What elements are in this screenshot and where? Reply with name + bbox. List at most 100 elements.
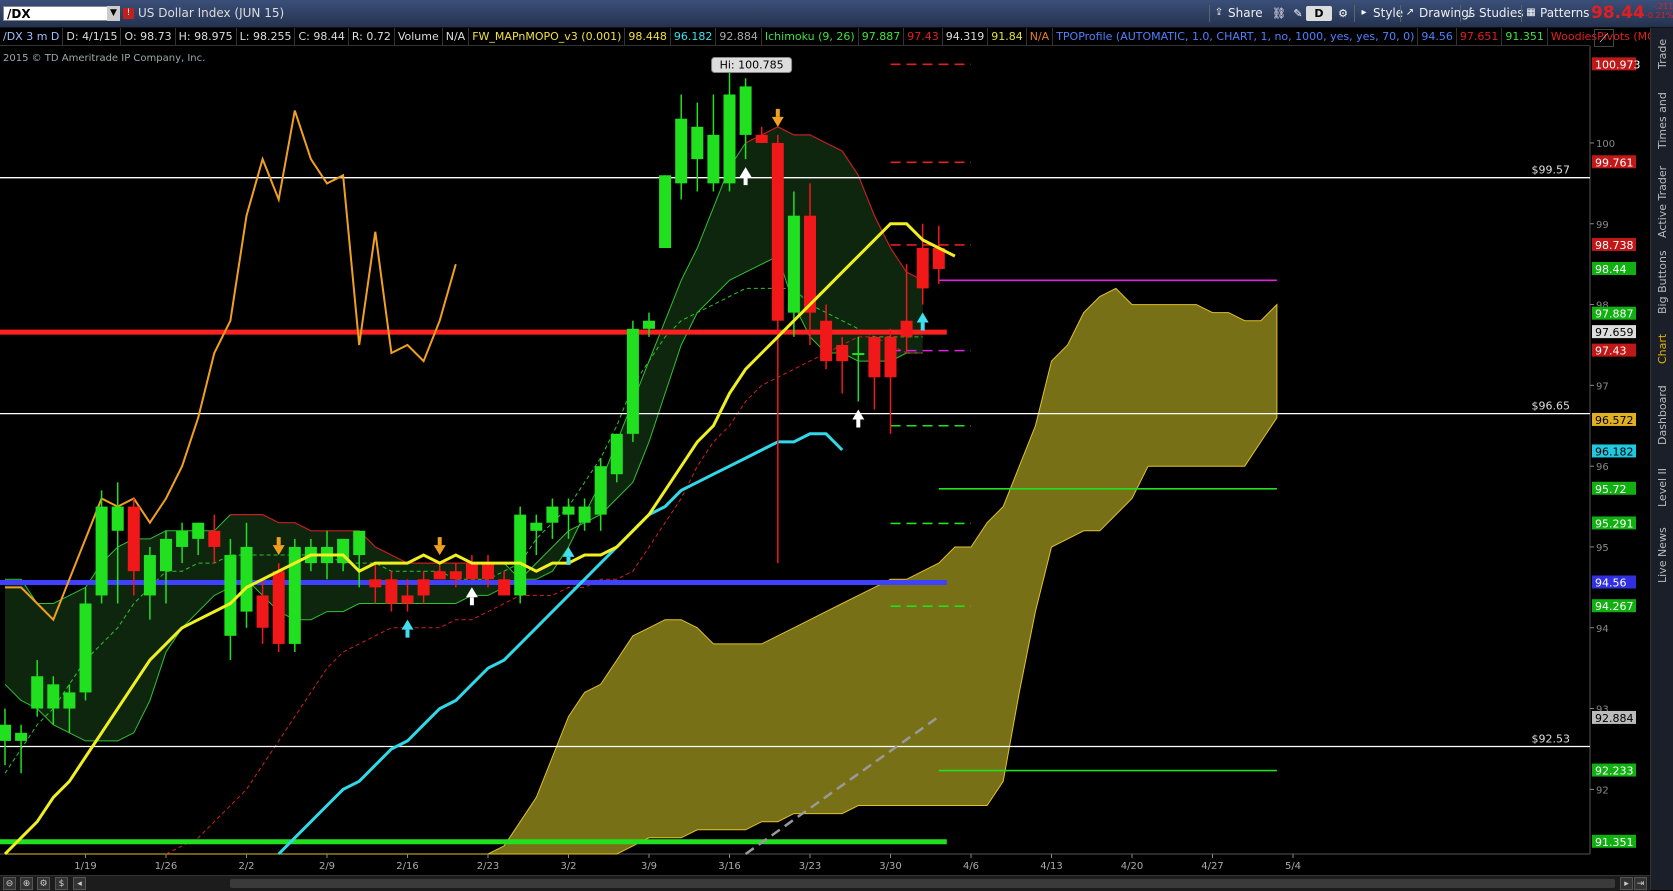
study-item[interactable]: 91.84 [988,28,1027,45]
study-item[interactable]: 97.887 [859,28,905,45]
symbol-input[interactable]: /DX [3,6,109,21]
candle-body [739,86,752,135]
wrench-icon: ✎ [1293,7,1303,20]
signal-arrow-stem [775,108,780,117]
price-label: 95.72 [1595,483,1627,496]
tab-live-news[interactable]: Live News [1651,520,1673,590]
candle-body [176,530,189,547]
signal-arrow-up [401,619,414,630]
candle-body [723,94,736,184]
zoom-in-icon[interactable]: ⊕ [20,877,33,890]
study-item[interactable]: H: 98.975 [176,28,237,45]
share-button[interactable]: ⇪ Share [1209,5,1269,22]
tab-times-and-sales[interactable]: Times and Sales [1651,80,1673,162]
patterns-label: Patterns [1540,6,1590,20]
tab-big-buttons[interactable]: Big Buttons [1651,242,1673,322]
study-item[interactable]: 98.448 [625,28,671,45]
study-item[interactable]: Ichimoku (9, 26) [762,28,859,45]
chart-scrollbar[interactable] [230,879,1615,888]
price-label: 98.738 [1595,239,1634,252]
study-item[interactable]: FW_MAPnMOPO_v3 (0.001) [469,28,626,45]
x-tick-label: 2/23 [477,861,499,872]
y-tick-label: 96 [1596,462,1609,473]
candle-body [127,506,140,572]
signal-arrow-stem [920,322,925,331]
symbol-description: US Dollar Index (JUN 15) [138,6,285,20]
tab-level-ii[interactable]: Level II [1651,456,1673,518]
settings-icon[interactable]: ⚙ [37,877,50,890]
candle-body [594,466,607,515]
tab-active-trader[interactable]: Active Trader [1651,164,1673,240]
study-item[interactable]: R: 0.72 [349,28,395,45]
symbol-dropdown-icon[interactable]: ▼ [107,6,120,21]
study-item[interactable]: Volume [395,28,443,45]
wrench-button[interactable]: ✎ [1289,5,1307,22]
scroll-right-icon[interactable]: ▸ [1620,877,1633,890]
candle-body [256,595,269,628]
scroll-end-icon[interactable]: ⇥ [1634,877,1647,890]
study-item[interactable]: TPOProfile (AUTOMATIC, 1.0, CHART, 1, no… [1053,28,1419,45]
candle-body [465,563,478,580]
candle-body [852,353,865,356]
signal-arrow-stem [276,537,281,546]
price-label: 97.887 [1595,308,1634,321]
study-item[interactable]: D: 4/1/15 [63,28,122,45]
tab-chart[interactable]: Chart [1651,324,1673,374]
pan-icon[interactable]: ◂ [73,877,86,890]
y-tick-label: 92 [1596,785,1609,796]
price-label: 97.43 [1595,345,1627,358]
study-item[interactable]: /DX 3 m D [0,28,64,45]
gear-icon: ⚙ [1338,7,1348,20]
horizontal-level-label: $99.57 [1532,164,1571,177]
drawings-icon: ↗ [1405,7,1415,18]
study-item[interactable]: L: 98.255 [237,28,296,45]
signal-arrow-stem [405,629,410,638]
link-button[interactable]: ⛓ [1270,5,1288,22]
signal-arrow-stem [469,597,474,606]
study-item[interactable]: O: 98.73 [121,28,176,45]
study-item[interactable]: 97.651 [1457,28,1503,45]
candle-body [498,579,511,596]
study-item[interactable]: C: 98.44 [295,28,349,45]
candle-body [771,142,784,321]
tab-trade[interactable]: Trade [1651,30,1673,78]
style-button[interactable]: ▸ Style [1354,5,1403,22]
study-item[interactable]: 96.182 [671,28,717,45]
study-item[interactable]: 94.319 [943,28,989,45]
candle-body [610,433,623,475]
signal-arrow-stem [743,177,748,186]
x-tick-label: 2/16 [396,861,418,872]
y-tick-label: 95 [1596,543,1609,554]
studies-button[interactable]: ∫ Studies [1460,5,1524,22]
study-item[interactable]: N/A [1027,28,1054,45]
candle-body [868,336,881,378]
x-tick-label: 4/13 [1040,861,1062,872]
x-tick-label: 2/2 [238,861,254,872]
candle-body [47,684,60,709]
candle-body [79,603,92,693]
study-item[interactable]: 97.43 [904,28,943,45]
candle-body [192,522,205,539]
signal-arrow-stem [566,556,571,565]
price-label: 96.572 [1595,414,1634,427]
period-button[interactable]: D [1306,6,1332,21]
candle-body [691,126,704,160]
study-item[interactable]: 92.884 [716,28,762,45]
dollar-icon[interactable]: $ [55,877,68,890]
study-item[interactable]: N/A [443,28,470,45]
candle-body [208,530,221,547]
share-label: Share [1228,6,1263,20]
study-item[interactable]: 91.351 [1502,28,1548,45]
price-label: 94.267 [1595,600,1634,613]
price-label: 95.291 [1595,517,1634,530]
candle-body [95,506,108,596]
price-chart[interactable]: $99.57$96.65$92.53Hi: 100.78592939495969… [0,46,1650,875]
tab-dashboard[interactable]: Dashboard [1651,376,1673,454]
style-gear-button[interactable]: ⚙ [1334,5,1352,22]
zoom-icon[interactable]: ⊖ [3,877,16,890]
drawing-tool-icon[interactable]: ⟋ [1594,29,1614,47]
candle-body [675,118,688,184]
symbol-flag-icon[interactable]: ! [123,8,134,19]
patterns-button[interactable]: ▦ Patterns [1521,5,1590,22]
study-item[interactable]: 94.56 [1418,28,1457,45]
